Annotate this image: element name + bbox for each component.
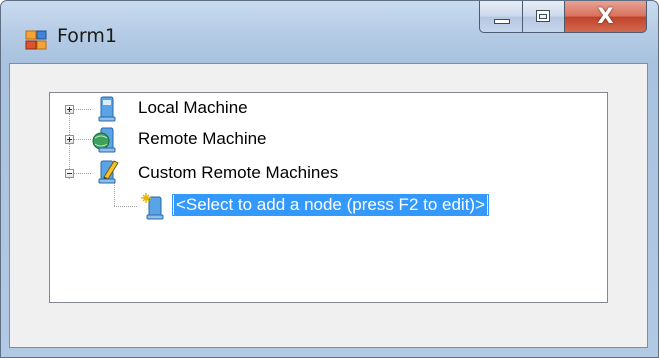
close-button[interactable]: X <box>565 1 647 33</box>
caption-buttons: X <box>479 1 647 35</box>
close-icon: X <box>597 4 614 28</box>
globe-computer-icon <box>92 127 116 153</box>
add-computer-icon <box>141 193 164 220</box>
tree-view[interactable]: Local Machine Remote Machine Custom Remo… <box>49 92 608 303</box>
node-label-editor[interactable]: <Select to add a node (press F2 to edit)… <box>172 194 490 216</box>
tree-node-local-machine[interactable]: Local Machine <box>138 97 248 119</box>
expand-toggle-local-machine[interactable] <box>65 105 74 114</box>
tree-node-label: Remote Machine <box>138 129 267 148</box>
expand-toggle-remote-machine[interactable] <box>65 135 74 144</box>
node-label-edit-text: <Select to add a node (press F2 to edit)… <box>174 194 488 215</box>
title-bar[interactable]: Form1 X <box>1 1 658 63</box>
tree-node-add-new[interactable]: <Select to add a node (press F2 to edit)… <box>172 194 490 216</box>
tree-node-label: Local Machine <box>138 98 248 117</box>
minimize-icon <box>494 19 510 24</box>
form-app-icon <box>25 30 47 50</box>
tree-node-label: Custom Remote Machines <box>138 163 339 182</box>
minimize-button[interactable] <box>479 1 523 33</box>
form-client-area: Local Machine Remote Machine Custom Remo… <box>9 63 648 348</box>
window-title: Form1 <box>57 25 117 47</box>
form1-window: Form1 X Local Machine Remote Machine Cus… <box>0 0 659 358</box>
computer-icon <box>98 96 116 122</box>
collapse-toggle-custom-remote-machines[interactable] <box>65 169 74 178</box>
pencil-computer-icon <box>98 160 119 184</box>
maximize-button[interactable] <box>523 1 565 33</box>
maximize-icon <box>536 10 550 22</box>
tree-node-custom-remote-machines[interactable]: Custom Remote Machines <box>138 162 338 184</box>
tree-node-remote-machine[interactable]: Remote Machine <box>138 128 267 150</box>
